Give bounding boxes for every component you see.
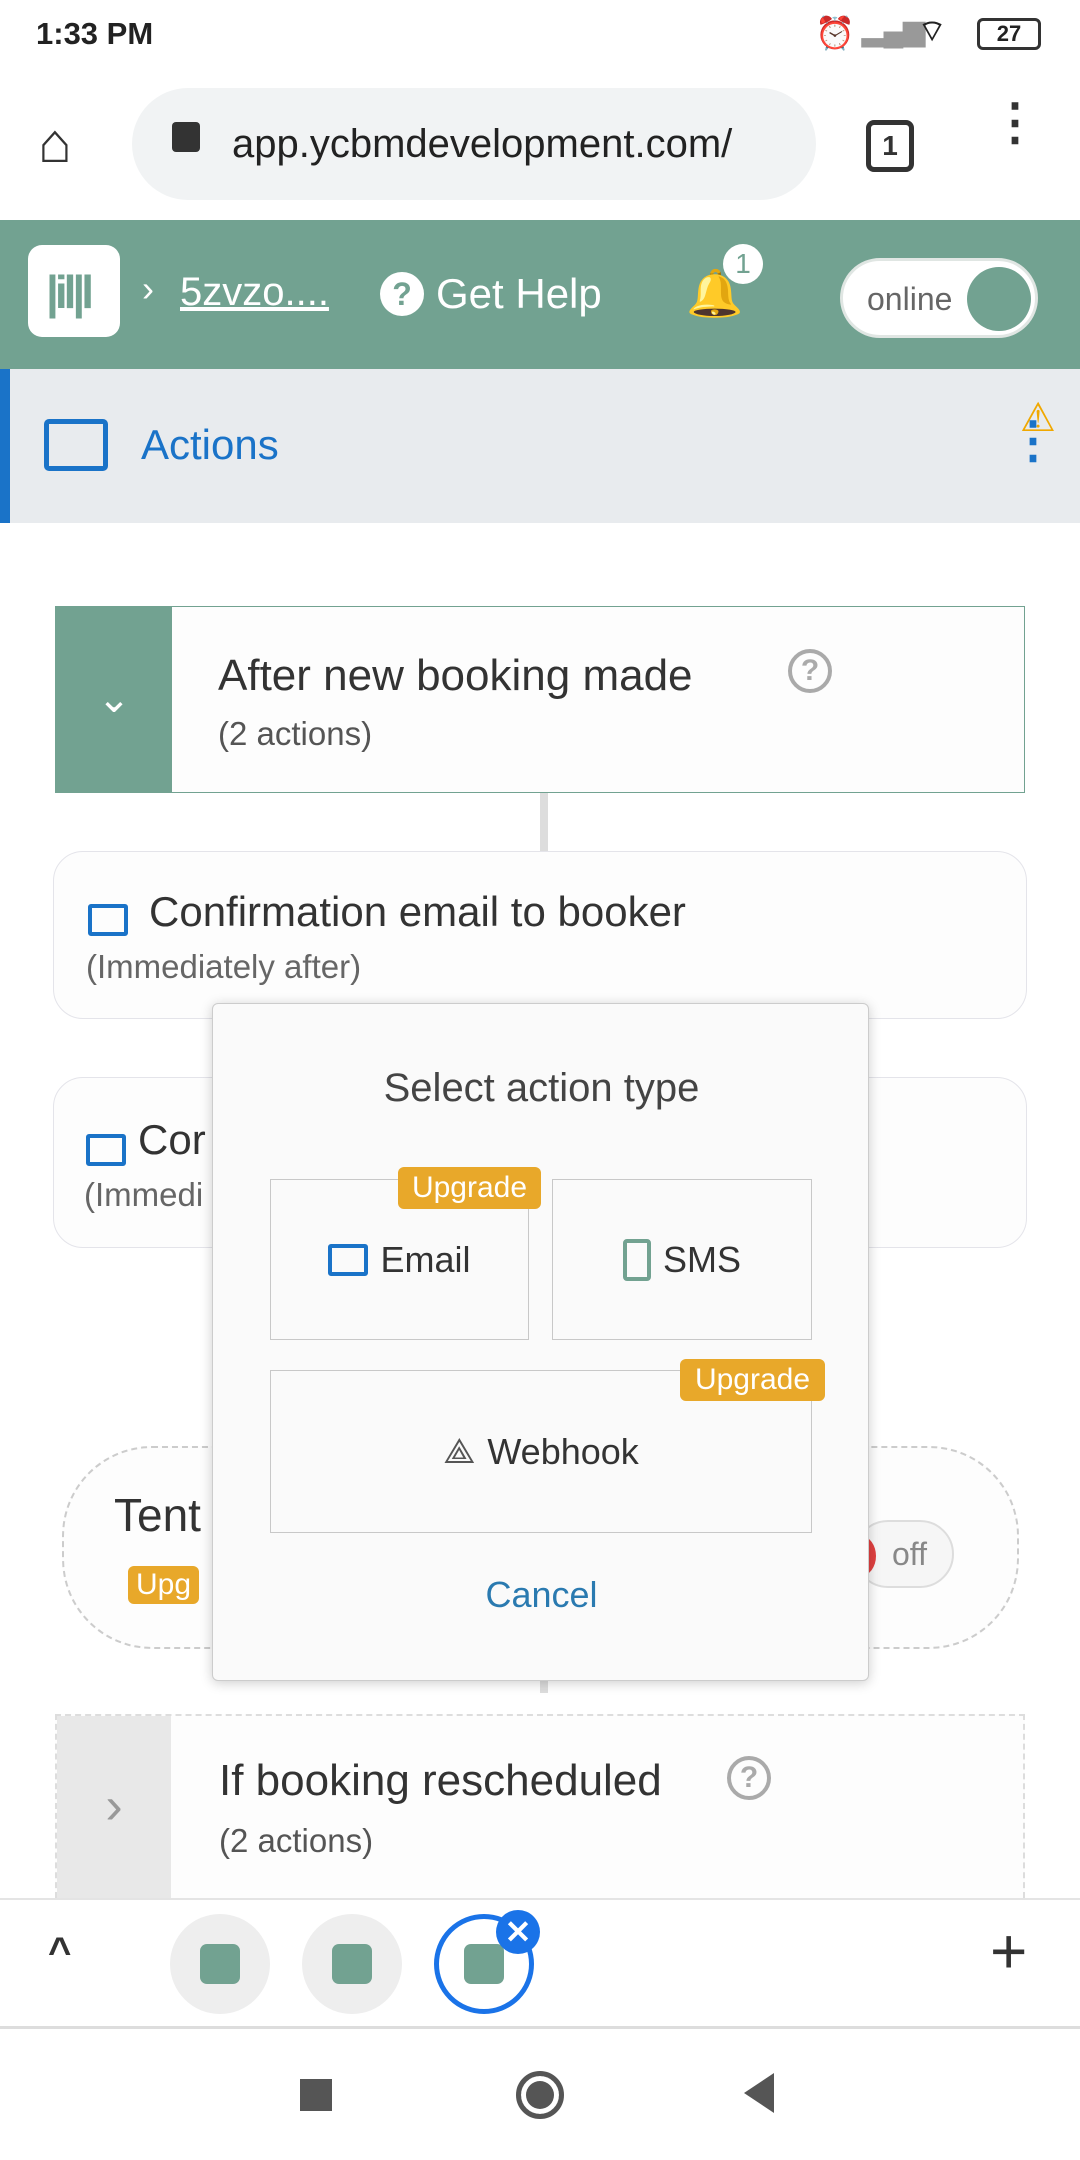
back-icon[interactable] [744, 2073, 774, 2113]
warning-icon: ⚠ [1020, 396, 1056, 440]
webhook-icon: ⟁ [443, 1430, 476, 1471]
system-nav-bar [0, 2029, 1080, 2160]
cancel-button[interactable]: Cancel [213, 1574, 870, 1616]
trigger-count: (2 actions) [218, 715, 373, 752]
upgrade-badge[interactable]: Upg [128, 1566, 200, 1604]
upgrade-badge[interactable]: Upgrade [398, 1167, 541, 1209]
trigger-count: (2 actions) [219, 1822, 374, 1859]
new-tab-icon[interactable]: + [990, 1914, 1027, 1988]
home-icon[interactable]: ⌂ [38, 110, 72, 175]
toggle-label: online [867, 281, 953, 317]
action-title: Cor [138, 1116, 206, 1163]
app-logo-icon [464, 1944, 504, 1984]
option-label: Webhook [487, 1430, 639, 1472]
trigger-rescheduled[interactable]: › If booking rescheduled ? (2 actions) [55, 1714, 1025, 1900]
online-toggle[interactable]: online [840, 258, 1038, 338]
menu-icon[interactable]: ⋮ [990, 97, 1040, 147]
signal-icon: ▂▄▆ [862, 15, 925, 46]
notification-badge: 1 [723, 244, 763, 284]
tentative-title: Tent [114, 1489, 201, 1541]
clock: 1:33 PM [36, 16, 154, 51]
chevron-right-icon: › [142, 268, 154, 309]
phone-icon [622, 1238, 651, 1281]
mail-icon [328, 1243, 369, 1276]
select-action-modal: Select action type Email SMS ⟁ Webhook U… [212, 1003, 869, 1681]
trigger-title: If booking rescheduled [219, 1756, 662, 1805]
option-label: SMS [662, 1238, 741, 1280]
get-help-link[interactable]: Get Help [436, 270, 602, 318]
chevron-right-icon[interactable]: › [57, 1716, 171, 1900]
upgrade-badge[interactable]: Upgrade [680, 1359, 825, 1401]
help-icon: ? [380, 272, 424, 316]
action-title: Confirmation email to booker [149, 888, 686, 935]
battery-icon: 27 [977, 18, 1041, 50]
close-tab-icon[interactable]: ✕ [496, 1910, 540, 1954]
trigger-after-new-booking[interactable]: ⌄ After new booking made ? (2 actions) [55, 606, 1025, 793]
lock-icon [172, 122, 200, 152]
help-icon[interactable]: ? [788, 649, 832, 693]
status-bar: 1:33 PM ⏰ ▂▄▆ ⌔ 27 [0, 0, 1080, 70]
chevron-down-icon[interactable]: ⌄ [56, 607, 172, 792]
tab-thumbnail[interactable] [170, 1914, 270, 2014]
action-timing: (Immediately after) [86, 948, 362, 985]
option-label: Email [380, 1238, 471, 1280]
help-icon[interactable]: ? [727, 1756, 771, 1800]
action-timing: (Immedi [84, 1176, 204, 1213]
modal-title: Select action type [383, 1066, 700, 1110]
toggle-knob [967, 267, 1031, 331]
app-logo-icon [332, 1944, 372, 1984]
app-logo-icon [200, 1944, 240, 1984]
tab-switcher-button[interactable]: 1 [866, 120, 914, 172]
tab-thumbnail[interactable] [302, 1914, 402, 2014]
trigger-title: After new booking made [218, 651, 693, 700]
alarm-icon: ⏰ [815, 15, 855, 51]
url-bar[interactable]: app.ycbmdevelopment.com/ [132, 88, 816, 200]
recents-icon[interactable] [300, 2079, 332, 2111]
wifi-icon: ⌔ [918, 15, 947, 48]
chevron-up-icon[interactable]: ^ [48, 1930, 71, 1975]
toggle-label: off [892, 1536, 927, 1572]
tab-strip: ^ + [0, 1898, 1080, 2029]
breadcrumb-link[interactable]: 5zvzo.... [180, 270, 329, 315]
mail-icon [88, 904, 128, 936]
home-nav-icon[interactable] [516, 2071, 564, 2119]
mail-icon [86, 1134, 126, 1166]
actions-title: Actions [141, 421, 279, 468]
mail-icon [44, 419, 108, 471]
app-logo[interactable]: |il|l [28, 245, 120, 337]
action-item[interactable]: Confirmation email to booker (Immediatel… [53, 851, 1027, 1019]
logo-icon: |il|l [46, 266, 94, 318]
sms-option[interactable]: SMS [552, 1179, 812, 1340]
actions-bar: Actions ⋮ ⚠ [0, 369, 1080, 523]
url-text: app.ycbmdevelopment.com/ [232, 121, 733, 166]
app-header: › 5zvzo.... ? Get Help 🔔 1 online [0, 220, 1080, 369]
